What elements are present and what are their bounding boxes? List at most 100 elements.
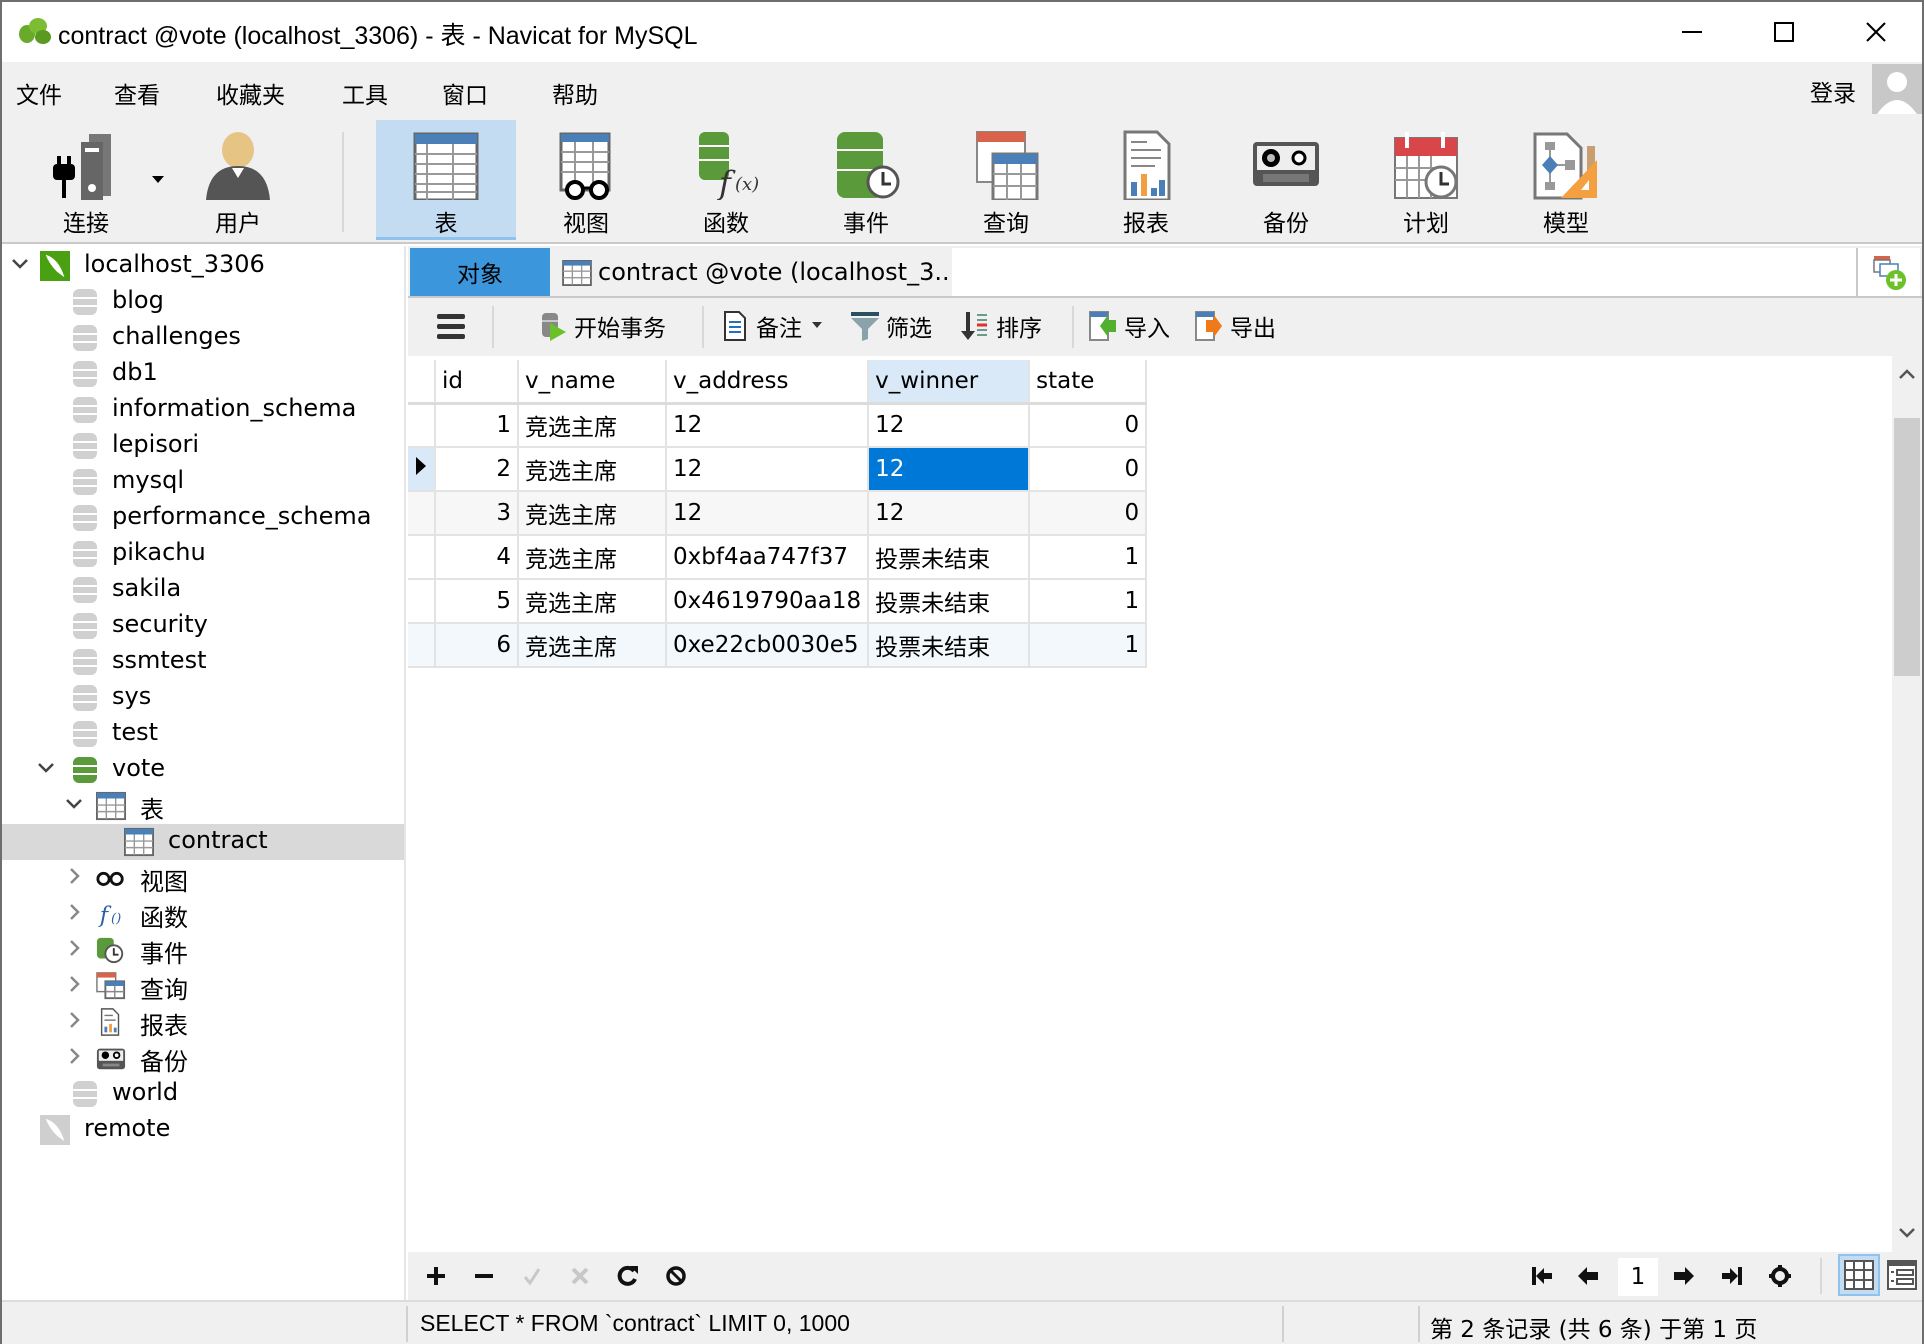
column-header-v-name[interactable]: v_name [518,360,667,405]
tree-database-sakila[interactable]: sakila [2,572,404,608]
last-page-button[interactable] [1718,1262,1746,1290]
cell-v-winner[interactable]: 投票未结束 [868,535,1031,580]
cell-id[interactable]: 3 [435,491,519,536]
tree-folder-tables[interactable]: 表 [2,788,404,824]
scroll-down-icon[interactable] [1892,1218,1922,1248]
tab-objects[interactable]: 对象 [410,248,550,296]
connection-dropdown-icon[interactable] [152,176,164,184]
cell-state[interactable]: 1 [1029,623,1148,668]
cell-v-winner[interactable]: 12 [868,447,1031,492]
tree-folder-views[interactable]: 视图 [2,860,404,896]
row-indicator[interactable] [408,491,436,536]
vertical-scrollbar[interactable] [1892,356,1922,1252]
chevron-right-icon[interactable] [64,866,84,886]
row-indicator[interactable] [408,447,436,492]
cell-v-winner[interactable]: 投票未结束 [868,623,1031,668]
cell-v-address[interactable]: 12 [666,403,870,448]
menu-favorites[interactable]: 收藏夹 [216,76,285,110]
tree-database-test[interactable]: test [2,716,404,752]
cell-state[interactable]: 1 [1029,579,1148,624]
tree-database-security[interactable]: security [2,608,404,644]
toolbar-function[interactable]: f (x) 函数 [656,120,796,240]
delete-record-button[interactable] [470,1262,498,1290]
cell-v-name[interactable]: 竞选主席 [518,447,667,492]
maximize-button[interactable] [1738,2,1830,62]
grid-view-button[interactable] [1838,1254,1880,1296]
toolbar-event[interactable]: 事件 [796,120,936,240]
table-row[interactable]: 3 竞选主席 12 12 0 [408,491,1148,536]
cell-state[interactable]: 0 [1029,403,1148,448]
tree-database-vote[interactable]: vote [2,752,404,788]
cell-id[interactable]: 5 [435,579,519,624]
cell-state[interactable]: 1 [1029,535,1148,580]
menu-button[interactable] [436,308,466,344]
menu-view[interactable]: 查看 [114,76,160,110]
cell-id[interactable]: 1 [435,403,519,448]
cell-v-name[interactable]: 竞选主席 [518,491,667,536]
tree-table-contract[interactable]: contract [2,824,404,860]
row-indicator[interactable] [408,535,436,580]
scrollbar-thumb[interactable] [1894,418,1920,676]
memo-button[interactable]: 备注 [720,308,824,344]
chevron-down-icon[interactable] [36,758,56,778]
tree-database-challenges[interactable]: challenges [2,320,404,356]
begin-transaction-button[interactable]: 开始事务 [538,308,666,344]
cell-state[interactable]: 0 [1029,491,1148,536]
close-button[interactable] [1830,2,1922,62]
sort-button[interactable]: 排序 [960,308,1042,344]
tree-folder-reports[interactable]: 报表 [2,1004,404,1040]
chevron-right-icon[interactable] [64,974,84,994]
chevron-right-icon[interactable] [64,1010,84,1030]
row-indicator[interactable] [408,403,436,448]
avatar[interactable] [1872,64,1922,114]
tree-folder-events[interactable]: 事件 [2,932,404,968]
tree-database-blog[interactable]: blog [2,284,404,320]
stop-button[interactable] [662,1262,690,1290]
cell-v-winner[interactable]: 12 [868,403,1031,448]
first-page-button[interactable] [1528,1262,1556,1290]
tree-database-pikachu[interactable]: pikachu [2,536,404,572]
cell-state[interactable]: 0 [1029,447,1148,492]
row-indicator[interactable] [408,579,436,624]
filter-button[interactable]: 筛选 [850,308,932,344]
cell-v-address[interactable]: 0xe22cb0030e5 [666,623,870,668]
menu-tools[interactable]: 工具 [342,76,388,110]
toolbar-report[interactable]: 报表 [1076,120,1216,240]
toolbar-schedule[interactable]: 计划 [1356,120,1496,240]
toolbar-table[interactable]: 表 [376,120,516,240]
cell-id[interactable]: 2 [435,447,519,492]
cell-id[interactable]: 6 [435,623,519,668]
toolbar-user[interactable]: 用户 [168,120,308,240]
apply-changes-button[interactable] [518,1262,546,1290]
memo-dropdown-icon[interactable] [812,322,824,330]
tree-connection-remote[interactable]: remote [2,1112,404,1148]
previous-page-button[interactable] [1574,1262,1602,1290]
table-row[interactable]: 1 竞选主席 12 12 0 [408,403,1148,448]
column-header-v-address[interactable]: v_address [666,360,870,405]
tree-database-sys[interactable]: sys [2,680,404,716]
discard-changes-button[interactable] [566,1262,594,1290]
cell-v-address[interactable]: 12 [666,491,870,536]
page-number-input[interactable] [1618,1258,1658,1296]
table-row[interactable]: 6 竞选主席 0xe22cb0030e5 投票未结束 1 [408,623,1148,668]
chevron-right-icon[interactable] [64,938,84,958]
chevron-down-icon[interactable] [10,254,30,274]
cell-id[interactable]: 4 [435,535,519,580]
cell-v-name[interactable]: 竞选主席 [518,535,667,580]
column-header-v-winner[interactable]: v_winner [868,360,1031,405]
cell-v-address[interactable]: 0x4619790aa18 [666,579,870,624]
new-query-tab-button[interactable] [1856,248,1920,296]
tree-database-mysql[interactable]: mysql [2,464,404,500]
cell-v-address[interactable]: 0xbf4aa747f37 [666,535,870,580]
login-link[interactable]: 登录 [1810,74,1856,108]
chevron-down-icon[interactable] [64,794,84,814]
cell-v-winner[interactable]: 投票未结束 [868,579,1031,624]
table-row[interactable]: 5 竞选主席 0x4619790aa18 投票未结束 1 [408,579,1148,624]
cell-v-name[interactable]: 竞选主席 [518,403,667,448]
cell-v-name[interactable]: 竞选主席 [518,579,667,624]
import-button[interactable]: 导入 [1088,308,1170,344]
toolbar-query[interactable]: 查询 [936,120,1076,240]
table-row[interactable]: 4 竞选主席 0xbf4aa747f37 投票未结束 1 [408,535,1148,580]
refresh-button[interactable] [614,1262,642,1290]
column-header-state[interactable]: state [1029,360,1148,405]
